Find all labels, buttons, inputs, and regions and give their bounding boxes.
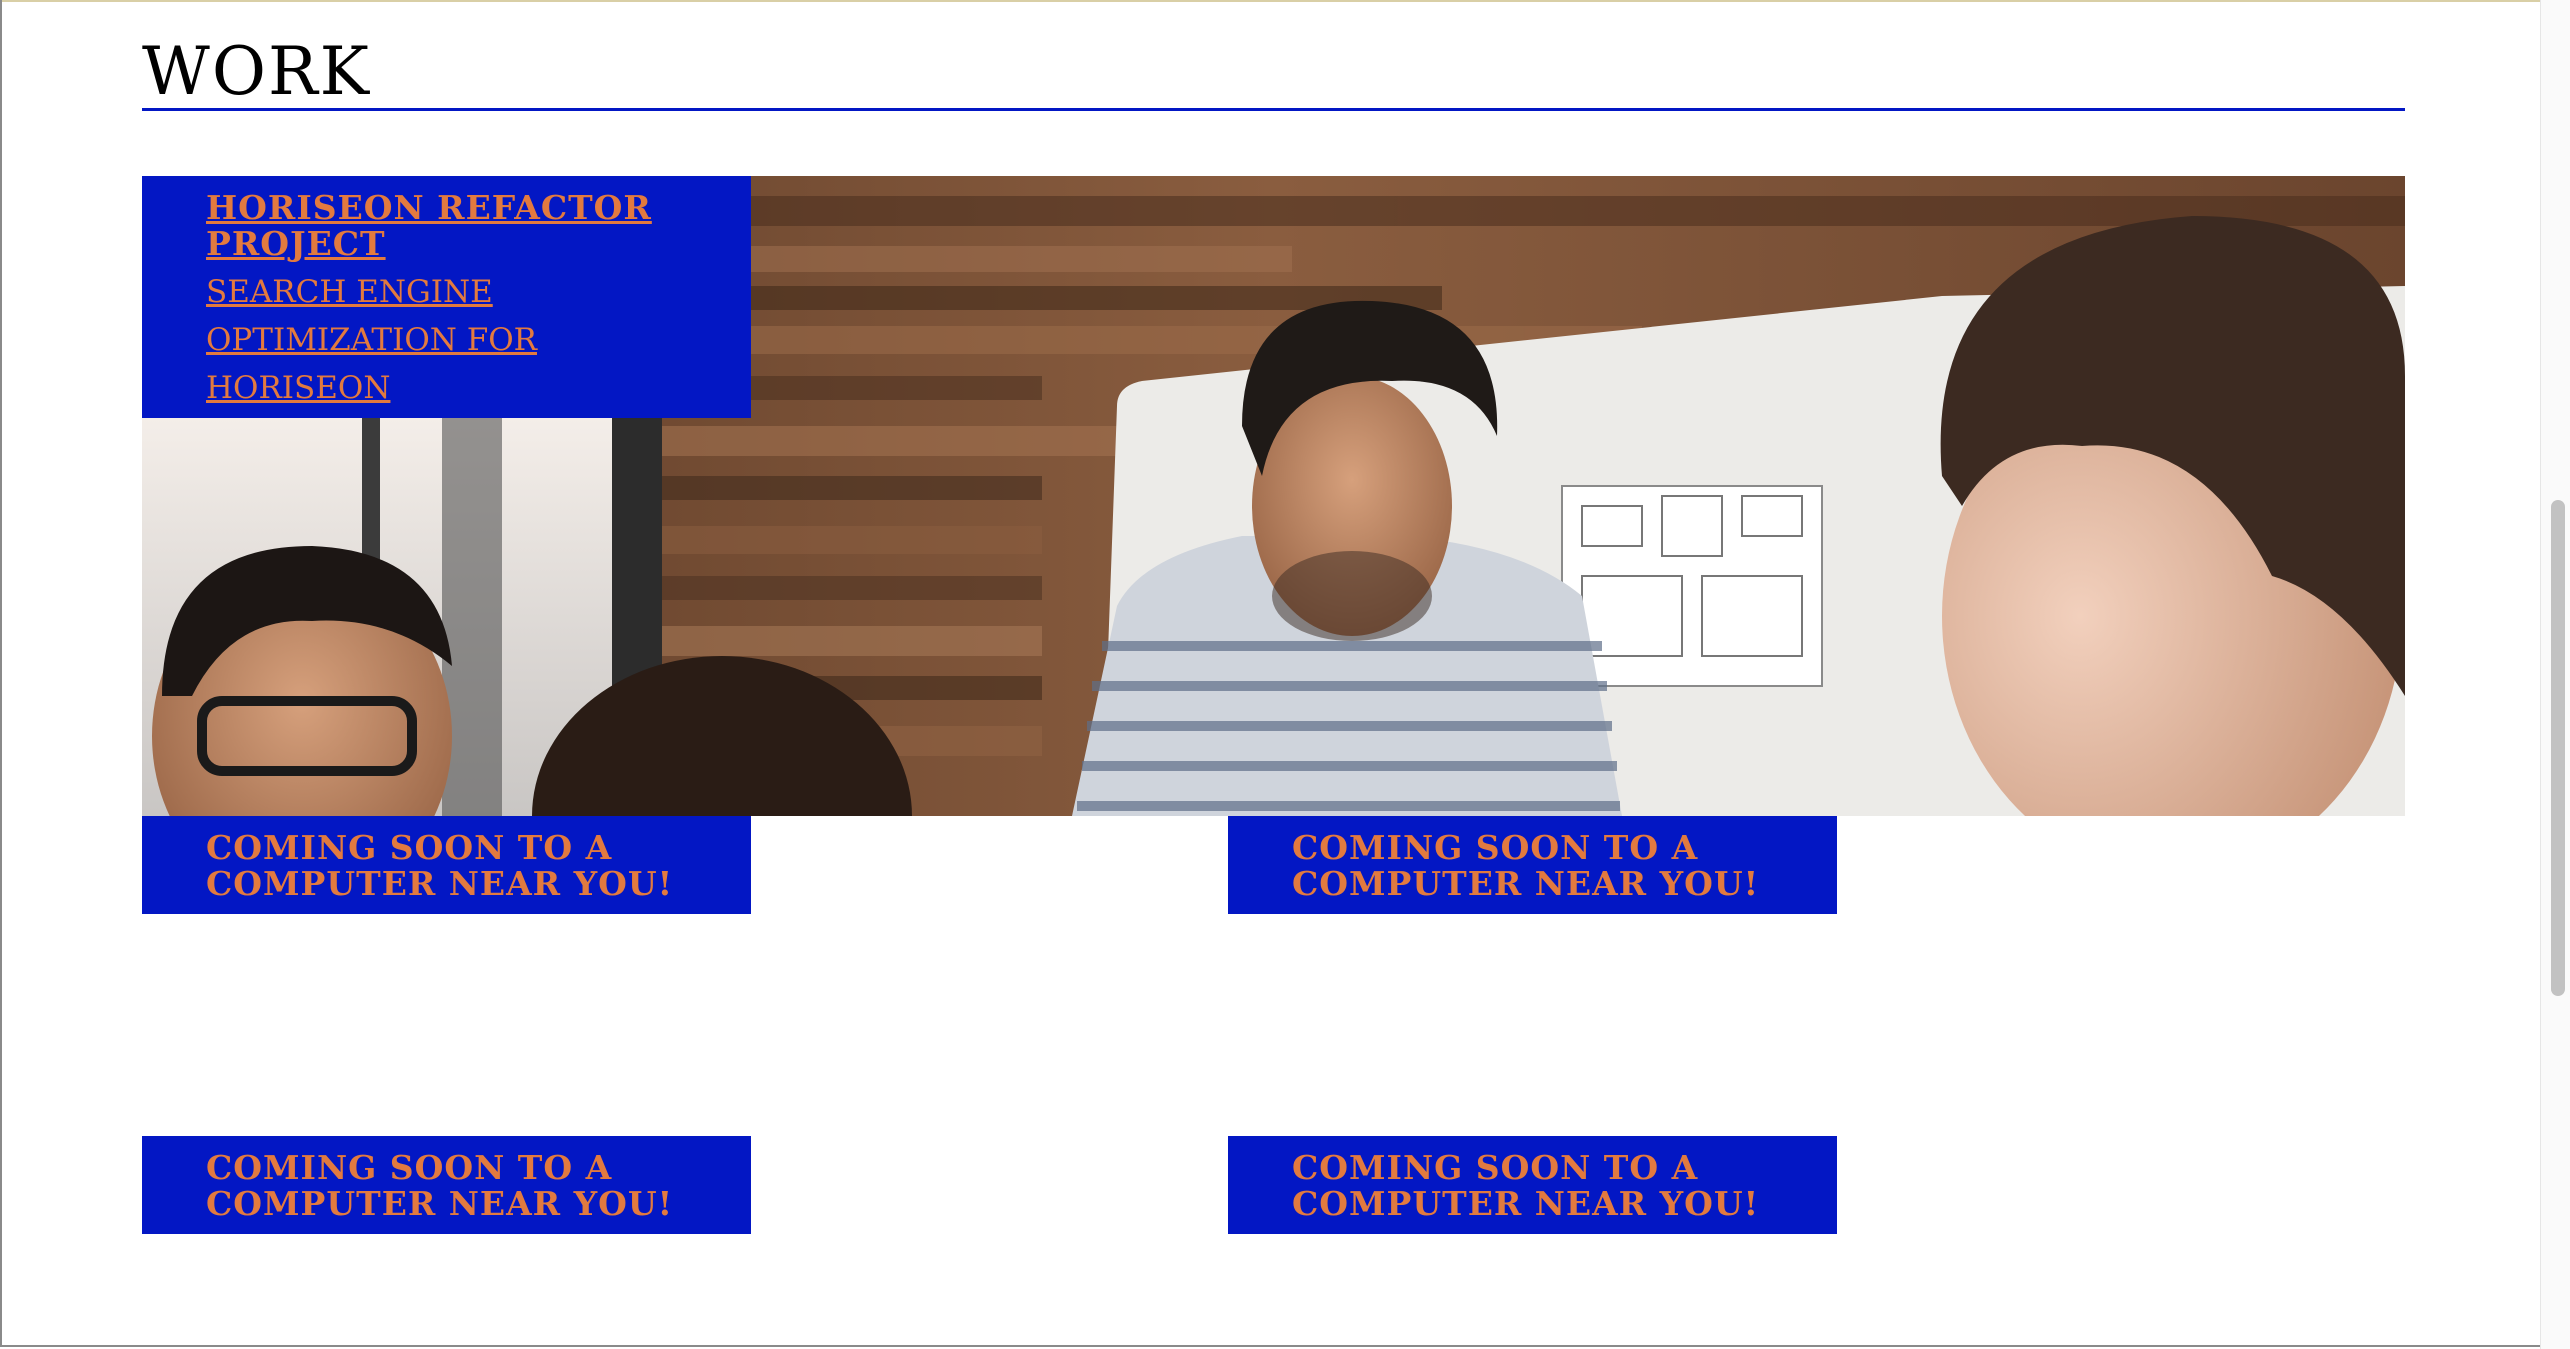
placeholder-card-text: COMING SOON TO A COMPUTER NEAR YOU! bbox=[206, 1148, 674, 1223]
placeholder-card-text: COMING SOON TO A COMPUTER NEAR YOU! bbox=[206, 828, 674, 903]
window-top-edge bbox=[0, 0, 2570, 2]
placeholder-card-text: COMING SOON TO A COMPUTER NEAR YOU! bbox=[1292, 828, 1760, 903]
placeholder-card-text: COMING SOON TO A COMPUTER NEAR YOU! bbox=[1292, 1148, 1760, 1223]
scrollbar-thumb[interactable] bbox=[2551, 500, 2565, 996]
placeholder-card-1[interactable]: COMING SOON TO A COMPUTER NEAR YOU! bbox=[142, 816, 751, 914]
placeholder-card-4[interactable]: COMING SOON TO A COMPUTER NEAR YOU! bbox=[1228, 1136, 1837, 1234]
placeholder-card-3[interactable]: COMING SOON TO A COMPUTER NEAR YOU! bbox=[142, 1136, 751, 1234]
placeholder-card-2[interactable]: COMING SOON TO A COMPUTER NEAR YOU! bbox=[1228, 816, 1837, 914]
featured-project-heading-link[interactable]: HORISEON REFACTOR PROJECT bbox=[206, 190, 751, 262]
featured-project-subheading-link[interactable]: SEARCH ENGINE OPTIMIZATION FOR HORISEON bbox=[206, 268, 566, 412]
section-divider bbox=[142, 108, 2405, 111]
section-title: WORK bbox=[142, 33, 371, 110]
featured-project-card[interactable]: HORISEON REFACTOR PROJECT SEARCH ENGINE … bbox=[142, 176, 751, 418]
